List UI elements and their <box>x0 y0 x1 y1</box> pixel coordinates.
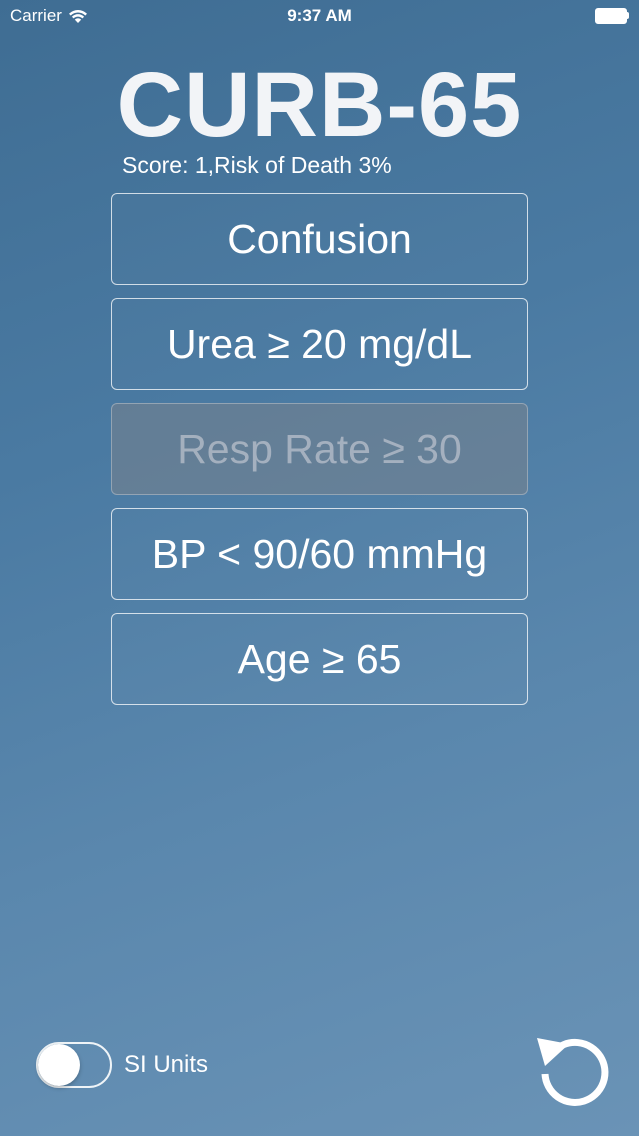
confusion-button[interactable]: Confusion <box>111 193 528 285</box>
urea-button[interactable]: Urea ≥ 20 mg/dL <box>111 298 528 390</box>
score-text: Score: 1,Risk of Death 3% <box>122 152 392 178</box>
si-units-control: SI Units <box>36 1042 208 1088</box>
toggle-knob <box>38 1044 80 1086</box>
clock: 9:37 AM <box>287 6 352 25</box>
si-units-label: SI Units <box>124 1051 209 1078</box>
si-units-toggle[interactable] <box>36 1042 112 1088</box>
battery-icon <box>595 8 629 24</box>
bp-button[interactable]: BP < 90/60 mmHg <box>111 508 528 600</box>
reset-icon[interactable] <box>535 1030 615 1110</box>
criteria-list: Confusion Urea ≥ 20 mg/dL Resp Rate ≥ 30… <box>111 193 528 718</box>
age-button[interactable]: Age ≥ 65 <box>111 613 528 705</box>
status-bar: Carrier 9:37 AM <box>0 0 639 34</box>
resp-rate-button[interactable]: Resp Rate ≥ 30 <box>111 403 528 495</box>
app-title: CURB-65 <box>116 54 523 156</box>
